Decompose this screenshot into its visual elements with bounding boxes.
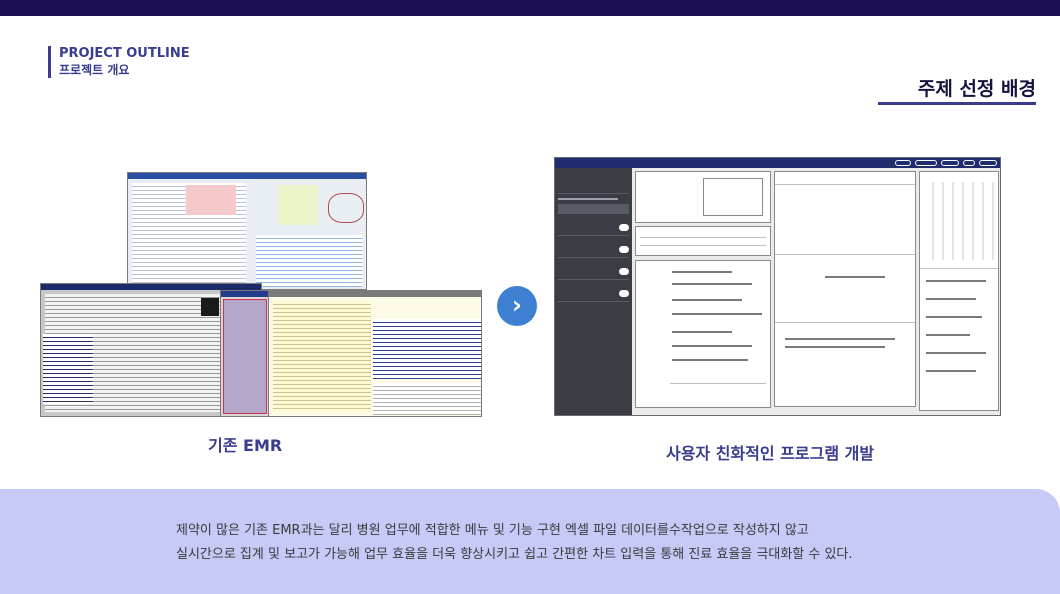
new-program-sidebar — [555, 168, 632, 415]
description-text: 제약이 많은 기존 EMR과는 달리 병원 업무에 적합한 메뉴 및 기능 구현… — [176, 519, 1026, 567]
new-program-topbar — [555, 158, 1000, 168]
legacy-emr-window-4 — [268, 290, 482, 417]
project-outline-label: PROJECT OUTLINE 프로젝트 개요 — [48, 46, 190, 78]
new-program-screenshot — [554, 157, 1001, 416]
legacy-emr-window-1 — [127, 172, 367, 290]
description-line-1: 제약이 많은 기존 EMR과는 달리 병원 업무에 적합한 메뉴 및 기능 구현… — [176, 523, 809, 538]
description-line-2: 실시간으로 집계 및 보고가 가능해 업무 효율을 더욱 향상시키고 쉽고 간편… — [176, 547, 853, 562]
section-title-underline — [878, 102, 1036, 105]
top-bar — [0, 0, 1060, 16]
chevron-right-icon: › — [497, 286, 537, 326]
new-program-caption: 사용자 친화적인 프로그램 개발 — [666, 444, 875, 463]
outline-title-en: PROJECT OUTLINE — [59, 46, 190, 61]
section-title: 주제 선정 배경 — [917, 78, 1036, 100]
legacy-emr-caption: 기존 EMR — [208, 436, 283, 455]
outline-title-ko: 프로젝트 개요 — [59, 63, 130, 77]
